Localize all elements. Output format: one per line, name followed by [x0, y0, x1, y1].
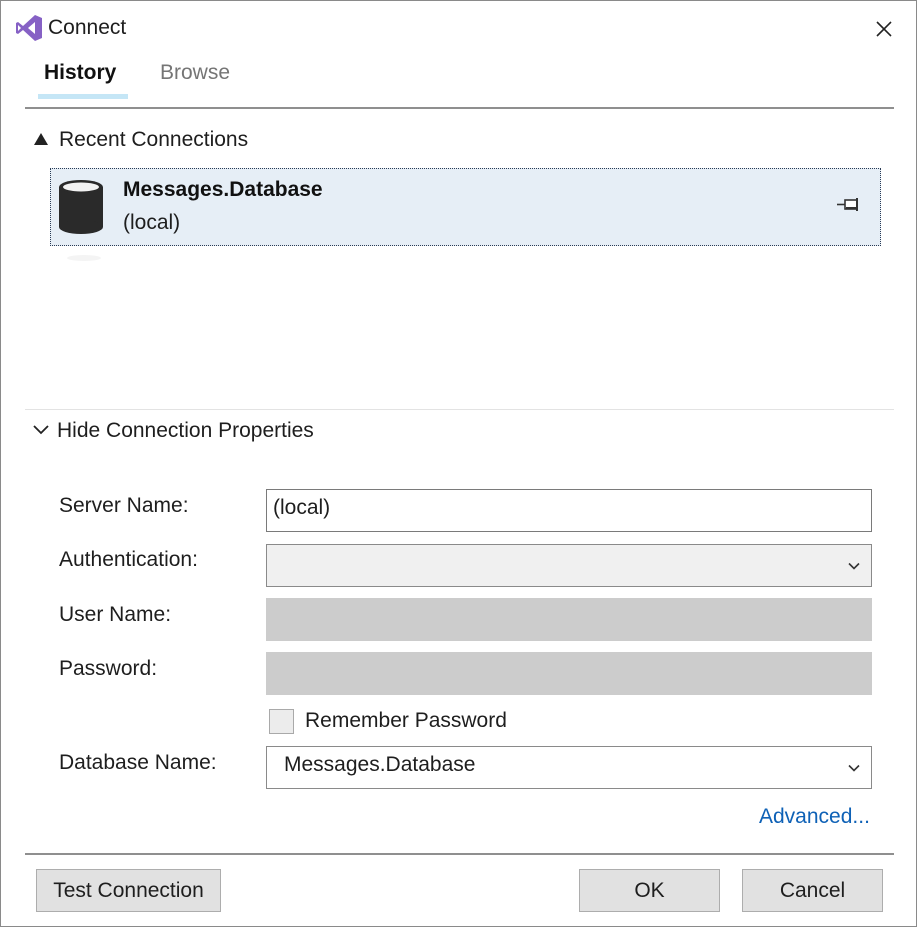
footer-divider	[25, 853, 894, 855]
user-name-label: User Name:	[59, 603, 172, 626]
tab-history[interactable]: History	[44, 61, 116, 85]
chevron-down-icon[interactable]	[32, 421, 50, 439]
recent-connection-server: (local)	[123, 211, 181, 234]
header-divider	[25, 107, 894, 109]
pin-icon[interactable]	[835, 195, 863, 217]
chevron-down-icon	[848, 764, 860, 772]
ghost-database-icon	[67, 255, 101, 261]
cancel-button[interactable]: Cancel	[742, 869, 883, 912]
advanced-link[interactable]: Advanced...	[759, 805, 870, 829]
server-name-input[interactable]: (local)	[266, 489, 872, 532]
database-name-value: Messages.Database	[284, 753, 476, 776]
database-name-dropdown[interactable]: Messages.Database	[266, 746, 872, 789]
window-title: Connect	[48, 16, 127, 39]
password-input[interactable]	[266, 652, 872, 695]
authentication-dropdown[interactable]	[266, 544, 872, 587]
remember-password-checkbox[interactable]	[269, 709, 294, 734]
properties-divider	[25, 409, 894, 410]
password-label: Password:	[59, 657, 158, 680]
database-name-label: Database Name:	[59, 751, 217, 774]
remember-password-label[interactable]: Remember Password	[305, 709, 507, 733]
recent-connections-header: Recent Connections	[59, 128, 249, 151]
close-icon	[876, 21, 892, 37]
database-icon	[59, 180, 103, 234]
chevron-down-icon	[848, 562, 860, 570]
user-name-input[interactable]	[266, 598, 872, 641]
hide-connection-properties-toggle[interactable]: Hide Connection Properties	[57, 419, 314, 443]
authentication-label: Authentication:	[59, 548, 198, 571]
server-name-label: Server Name:	[59, 494, 189, 517]
recent-connection-name: Messages.Database	[123, 178, 323, 201]
close-button[interactable]	[867, 13, 901, 45]
tab-browse[interactable]: Browse	[160, 61, 230, 85]
collapse-triangle-icon[interactable]	[34, 133, 48, 145]
test-connection-button[interactable]: Test Connection	[36, 869, 221, 912]
ok-button[interactable]: OK	[579, 869, 720, 912]
active-tab-indicator	[38, 94, 128, 99]
visual-studio-icon	[16, 15, 42, 41]
connect-dialog: Connect History Browse Recent Connection…	[0, 0, 917, 927]
